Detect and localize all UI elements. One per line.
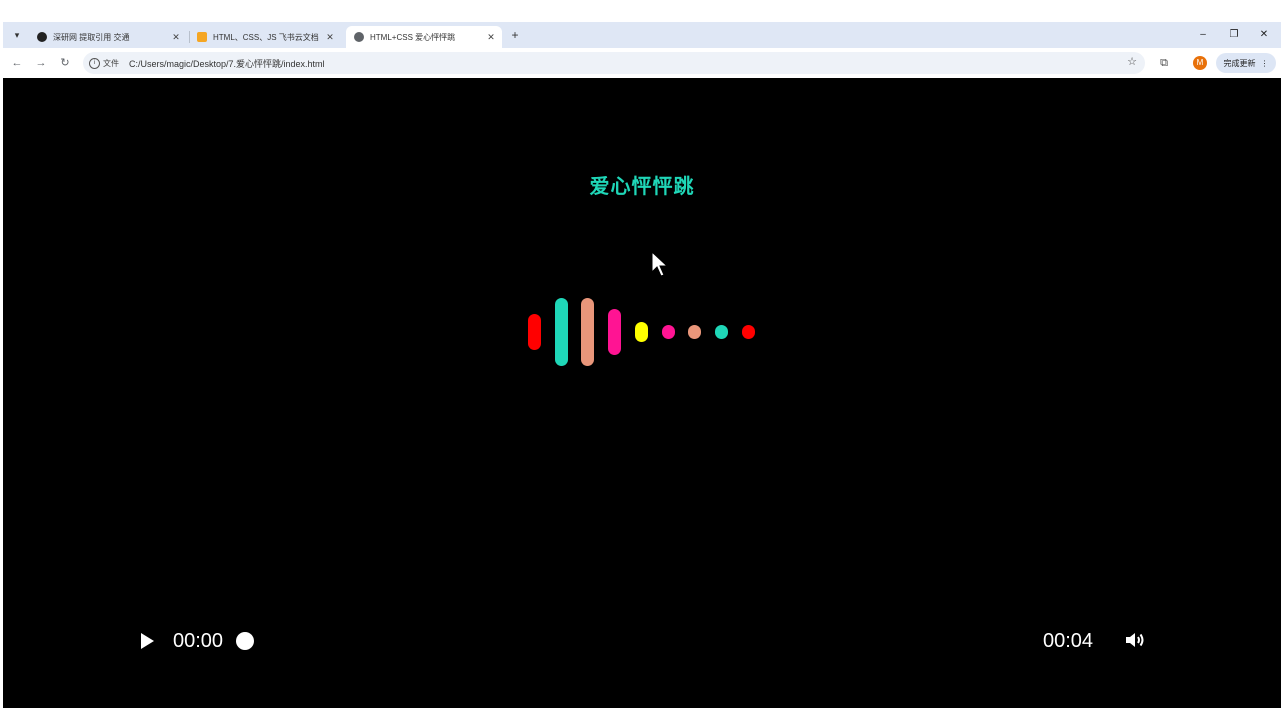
- heart-bar: [741, 325, 755, 339]
- tab-title: HTML+CSS 爱心怦怦跳: [370, 32, 456, 42]
- browser-window: ▾ 深研网 提取引用 交通 ✕ HTML、CSS、JS 飞书云文档 ✕ HTML…: [3, 22, 1281, 708]
- info-icon: i: [89, 57, 100, 69]
- bookmark-star-icon[interactable]: ☆: [1127, 55, 1137, 68]
- audio-player: 00:00 00:04: [3, 620, 1281, 660]
- update-button[interactable]: 完成更新 ⋮: [1216, 53, 1276, 73]
- heart-bar: [688, 325, 702, 339]
- tab-favicon-icon: [197, 32, 207, 42]
- tab-list-chevron-icon[interactable]: ▾: [8, 27, 26, 43]
- update-label: 完成更新: [1223, 58, 1256, 68]
- tab-3[interactable]: HTML+CSS 爱心怦怦跳 ✕: [346, 26, 502, 48]
- play-icon[interactable]: [141, 633, 154, 649]
- reload-icon[interactable]: ↻: [57, 55, 73, 71]
- volume-icon[interactable]: [1123, 630, 1147, 650]
- minimize-icon[interactable]: –: [1192, 27, 1214, 43]
- site-info-label: 文件: [103, 58, 119, 68]
- forward-arrow-icon[interactable]: →: [33, 55, 49, 71]
- tab-favicon-icon: [354, 32, 364, 42]
- heart-bars: [3, 80, 1281, 708]
- kebab-menu-icon[interactable]: ⋮: [1261, 59, 1269, 68]
- extensions-puzzle-icon[interactable]: ⧉: [1156, 55, 1172, 71]
- heart-bar: [581, 298, 595, 366]
- tab-1[interactable]: 深研网 提取引用 交通 ✕: [29, 26, 187, 48]
- new-tab-plus-icon[interactable]: +: [507, 27, 523, 43]
- tab-close-icon[interactable]: ✕: [169, 32, 183, 43]
- page-viewport: 爱心怦怦跳 00:00 00:04: [3, 80, 1281, 708]
- tab-bar: ▾ 深研网 提取引用 交通 ✕ HTML、CSS、JS 飞书云文档 ✕ HTML…: [3, 22, 1281, 48]
- progress-scrubber[interactable]: [236, 632, 254, 650]
- tab-close-icon[interactable]: ✕: [323, 32, 337, 43]
- site-info-chip[interactable]: i 文件: [89, 57, 119, 69]
- profile-avatar[interactable]: M: [1193, 56, 1207, 70]
- back-arrow-icon[interactable]: ←: [9, 55, 25, 71]
- close-window-icon[interactable]: ✕: [1253, 27, 1275, 43]
- current-time: 00:00: [173, 630, 224, 652]
- heart-bar: [714, 325, 728, 339]
- heart-bar: [554, 298, 568, 366]
- heart-bar: [634, 321, 648, 343]
- browser-toolbar: ← → ↻ i 文件 C:/Users/magic/Desktop/7.爱心怦怦…: [3, 48, 1281, 78]
- duration-time: 00:04: [1043, 630, 1094, 652]
- tab-favicon-icon: [37, 32, 47, 42]
- restore-icon[interactable]: ❐: [1223, 27, 1245, 43]
- address-bar[interactable]: i 文件 C:/Users/magic/Desktop/7.爱心怦怦跳/inde…: [83, 52, 1145, 74]
- heart-bar: [661, 325, 675, 339]
- heart-bar: [528, 314, 541, 350]
- tab-2[interactable]: HTML、CSS、JS 飞书云文档 ✕: [189, 26, 341, 48]
- heart-bar: [608, 308, 622, 356]
- tab-title: HTML、CSS、JS 飞书云文档: [213, 32, 319, 42]
- tab-close-icon[interactable]: ✕: [484, 32, 498, 43]
- tab-title: 深研网 提取引用 交通: [53, 32, 130, 42]
- url-text[interactable]: C:/Users/magic/Desktop/7.爱心怦怦跳/index.htm…: [129, 57, 325, 70]
- mouse-cursor-icon: [651, 251, 669, 277]
- screen-top-strip: [0, 0, 1281, 22]
